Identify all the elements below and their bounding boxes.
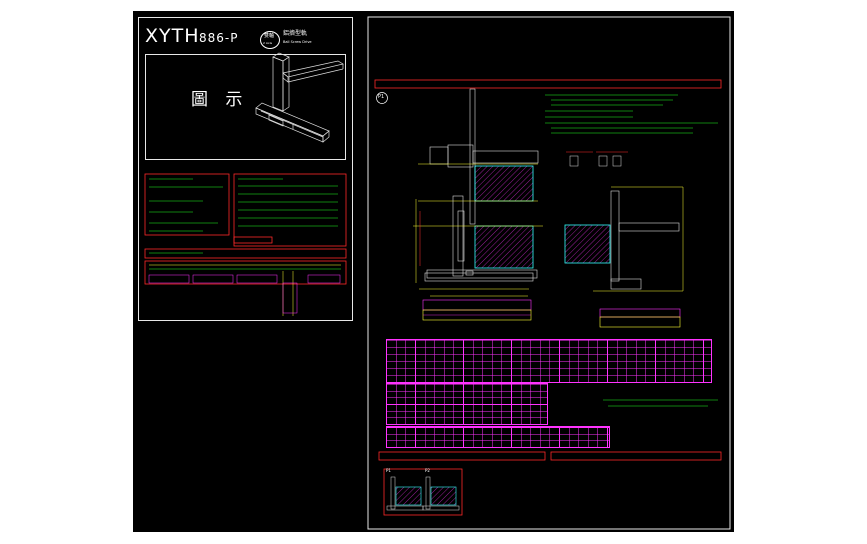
thumb1-tag: P1 [386,468,391,473]
p1-tag: P1 [378,94,385,100]
spec-table-2 [386,383,548,425]
spec-table-3 [386,426,610,448]
cad-sheet: XYTH 886-P 雙軸 2 Axis 鋁擠型軌 Ball Screw Dri… [133,11,734,532]
spec-table-1 [386,339,712,383]
isometric-axis-illustration [144,16,731,530]
thumb2-tag: P2 [425,468,430,473]
